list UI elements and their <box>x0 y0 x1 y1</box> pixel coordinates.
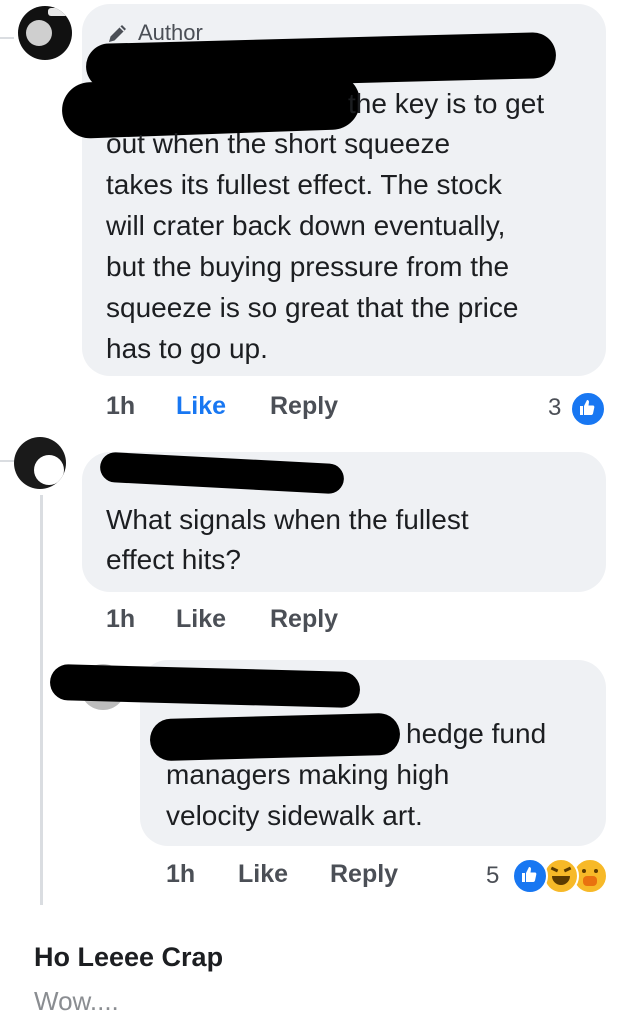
reaction-count: 5 <box>486 862 500 889</box>
avatar[interactable] <box>18 6 72 60</box>
pencil-icon <box>109 25 126 42</box>
comment-line: managers making high <box>166 759 450 790</box>
like-button[interactable]: Like <box>238 860 288 889</box>
comment-line: out when the short squeeze <box>106 128 451 159</box>
like-button[interactable]: Like <box>176 605 226 634</box>
timestamp: 1h <box>166 860 196 888</box>
like-icon <box>512 858 548 894</box>
like-button[interactable]: Like <box>176 392 226 421</box>
post-subtitle: Wow.... <box>34 986 119 1016</box>
comment-line: takes its fullest effect. The stock <box>106 169 502 200</box>
reaction-count: 3 <box>548 394 562 421</box>
thread-line <box>40 495 43 905</box>
timestamp: 1h <box>106 392 136 420</box>
comment-line: velocity sidewalk art. <box>166 800 423 831</box>
comment-text-first-line: hedge fund <box>406 718 547 749</box>
reply-button[interactable]: Reply <box>330 860 398 889</box>
comment-line: effect hits? <box>106 544 241 575</box>
avatar[interactable] <box>14 437 66 489</box>
post-title: Ho Leeee Crap <box>34 942 224 972</box>
comment-line: but the buying pressure from the <box>106 251 510 282</box>
thread-connector <box>0 460 14 462</box>
reply-button[interactable]: Reply <box>270 392 338 421</box>
haha-icon <box>543 858 579 894</box>
reply-button[interactable]: Reply <box>270 605 338 634</box>
thread-connector <box>0 37 14 39</box>
redacted-text <box>149 712 401 762</box>
like-icon <box>570 391 606 427</box>
comment-line: has to go up. <box>106 333 268 364</box>
timestamp: 1h <box>106 605 136 633</box>
comment-line: will crater back down eventually, <box>106 210 506 241</box>
comment-text-first-line: the key is to get <box>348 88 545 119</box>
comment-line: squeeze is so great that the price <box>106 292 519 323</box>
comment-line: What signals when the fullest <box>106 504 469 535</box>
